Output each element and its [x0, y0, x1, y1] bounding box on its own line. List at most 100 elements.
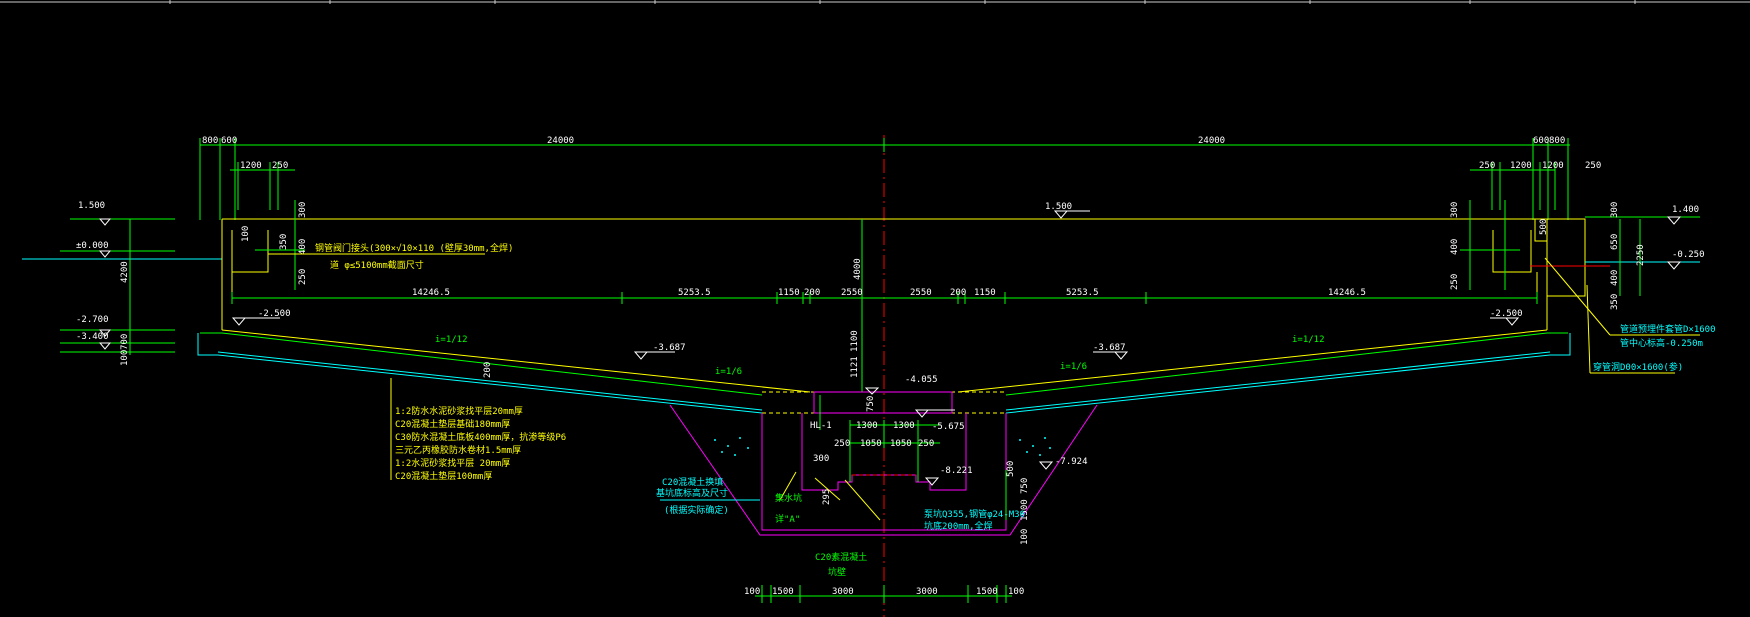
- pit-vdim-7: 750: [1020, 478, 1030, 494]
- pit-concrete-2: 坑壁: [828, 566, 846, 578]
- layer-note-3: C30防水混凝土底板400mm厚，抗渗等级P6: [395, 431, 566, 443]
- h-dim-6: 2550: [910, 288, 932, 298]
- left-elevation: 1.500 ±0.000 -2.700 -3.400 4200 700 100: [22, 201, 222, 366]
- top-right-sub-2: 1200: [1510, 161, 1532, 171]
- top-dim-1: 800: [202, 136, 218, 146]
- right-level-2: -0.250: [1672, 250, 1705, 260]
- pit-pipe-2: 坑底200mm,全焊: [924, 520, 993, 532]
- pit-pipe-1: 泵坑Q355,钢管φ24-M30: [924, 508, 1025, 520]
- left-level-4: -3.400: [76, 332, 109, 342]
- h-dim-9: 5253.5: [1066, 288, 1099, 298]
- floor-level-3: -3.687: [1093, 343, 1126, 353]
- pit-detail: 详"A": [775, 513, 800, 525]
- floor-level-1: -2.500: [258, 309, 291, 319]
- top-right-sub-4: 250: [1585, 161, 1601, 171]
- h-dim-10: 14246.5: [1328, 288, 1366, 298]
- center-level-4: -7.924: [1055, 457, 1088, 467]
- pit-vdim-1: 1100: [850, 330, 860, 352]
- wall-dim-2: 100: [241, 226, 251, 242]
- center-top-level: 1.500: [1045, 202, 1072, 212]
- excavation-note-2: 基坑底标高及尺寸: [656, 487, 728, 499]
- pit-hdim-6: 250: [918, 439, 934, 449]
- horizontal-dim-labels: 14246.5 5253.5 1150 200 2550 2550 200 11…: [412, 288, 1366, 298]
- right-dim-5: 300: [1610, 202, 1620, 218]
- right-dim-6: 650: [1610, 234, 1620, 250]
- top-dimension-chain: [199, 138, 1570, 220]
- right-dim-2: 400: [1450, 239, 1460, 255]
- top-left-sub-2: 250: [272, 161, 288, 171]
- floor-level-4: -2.500: [1490, 309, 1523, 319]
- right-note-1: 管道预埋件套管D×1600: [1620, 323, 1716, 335]
- pit-vdim-6: 500: [1006, 461, 1016, 477]
- top-dim-5: 600: [1533, 136, 1549, 146]
- right-note-2: 管中心标高-0.250m: [1620, 337, 1703, 349]
- pit-vdim-5: 295: [822, 489, 832, 505]
- bottom-dim-3: 3000: [832, 587, 854, 597]
- layer-note-5: 1:2水泥砂浆找平层 20mm厚: [395, 457, 510, 469]
- excavation-note-3: (根据实际确定): [664, 504, 729, 516]
- right-dim-9: 2250: [1636, 244, 1646, 266]
- h-dim-4: 200: [804, 288, 820, 298]
- right-level-1: 1.400: [1672, 205, 1699, 215]
- h-dim-2: 5253.5: [678, 288, 711, 298]
- left-vdim-2: 700: [120, 334, 130, 350]
- wall-note-1: 钢管阀门接头(300×√10×110 (壁厚30mm,全焊): [315, 242, 513, 254]
- top-dim-6: 800: [1549, 136, 1565, 146]
- left-level-1: 1.500: [78, 201, 105, 211]
- pit-hl: HL-1: [810, 421, 832, 431]
- bottom-dim-4: 3000: [916, 587, 938, 597]
- bottom-dim-5: 1500: [976, 587, 998, 597]
- pit-hdim-3: 250: [834, 439, 850, 449]
- pit-vdim-4: 300: [813, 454, 829, 464]
- center-height: 4000: [853, 258, 863, 280]
- wall-dim-3: 400: [298, 239, 308, 255]
- left-level-3: -2.700: [76, 315, 109, 325]
- excavation-hatching: [714, 437, 1051, 456]
- top-dim-4: 24000: [1198, 136, 1225, 146]
- layer-note-6: C20混凝土垫层100mm厚: [395, 470, 492, 482]
- top-left-sub-1: 1200: [240, 161, 262, 171]
- left-level-2: ±0.000: [76, 241, 109, 251]
- left-wall-dims: 300 100 400 250 350: [241, 202, 308, 285]
- layer-note-2: C20混凝土垫层基础180mm厚: [395, 418, 510, 430]
- pit-details: -4.055 -5.675 -8.221 -7.924 1100 1121 75…: [775, 330, 1088, 578]
- top-right-sub-3: 1200: [1542, 161, 1564, 171]
- right-dim-4: 500: [1539, 219, 1549, 235]
- pit-hdim-1: 1300: [856, 421, 878, 431]
- right-dim-7: 400: [1610, 270, 1620, 286]
- wall-dim-5: 350: [279, 234, 289, 250]
- right-note-3: 穿管洞D00×1600(参): [1593, 361, 1683, 373]
- h-dim-8: 1150: [974, 288, 996, 298]
- pit-hdim-5: 1050: [890, 439, 912, 449]
- left-vdim-3: 100: [120, 350, 130, 366]
- cad-drawing-canvas: 800 600 24000 24000 600 800 1200 250 250…: [0, 0, 1750, 617]
- wall-dim-1: 300: [298, 202, 308, 218]
- slope-labels: i=1/12 i=1/6 i=1/6 i=1/12 200: [435, 335, 1325, 378]
- pit-hdim-2: 1300: [893, 421, 915, 431]
- right-elevation: 1.400 -0.250 300 400 250 500 300 650 400…: [1450, 202, 1716, 374]
- wall-note-2: 道 φ≤5100mm截面尺寸: [330, 259, 424, 271]
- top-frame: [0, 0, 1750, 4]
- floor-level-2: -3.687: [653, 343, 686, 353]
- slope-4: i=1/12: [1292, 335, 1325, 345]
- right-dim-3: 250: [1450, 274, 1460, 290]
- top-dim-3: 24000: [547, 136, 574, 146]
- bottom-dim-1: 100: [744, 587, 760, 597]
- right-dim-8: 350: [1610, 294, 1620, 310]
- h-dim-7: 200: [950, 288, 966, 298]
- layer-note-4: 三元乙丙橡胶防水卷材1.5mm厚: [395, 444, 521, 456]
- pit-vdim-9: 100: [1020, 529, 1030, 545]
- floor-thickness: 200: [483, 362, 493, 378]
- center-top: 1.500 4000: [853, 202, 1090, 392]
- excavation-note: C20混凝土换填 基坑底标高及尺寸 (根据实际确定): [656, 476, 760, 516]
- top-dimension-labels: 800 600 24000 24000 600 800 1200 250 250…: [202, 136, 1601, 171]
- pit-hdim-4: 1050: [860, 439, 882, 449]
- center-level-1: -4.055: [905, 375, 938, 385]
- layer-notes: 1:2防水水泥砂浆找平层20mm厚 C20混凝土垫层基础180mm厚 C30防水…: [390, 378, 566, 482]
- h-dim-5: 2550: [841, 288, 863, 298]
- pit-vdim-2: 1121: [850, 356, 860, 378]
- bottom-dim-6: 100: [1008, 587, 1024, 597]
- pit-concrete-1: C20素混凝土: [815, 551, 867, 563]
- h-dim-3: 1150: [778, 288, 800, 298]
- slope-2: i=1/6: [715, 367, 742, 377]
